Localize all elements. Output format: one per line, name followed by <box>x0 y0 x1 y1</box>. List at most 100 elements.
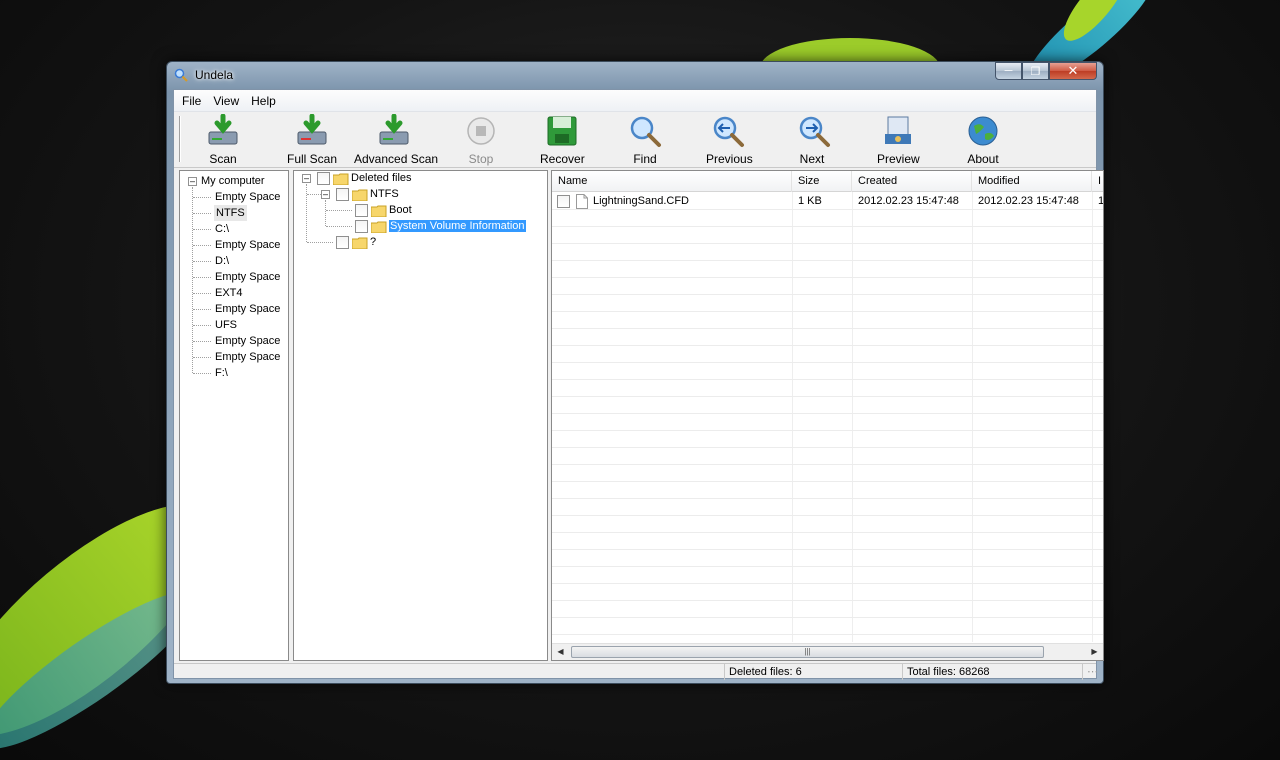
horizontal-scrollbar[interactable]: ◀ ||| ▶ <box>552 643 1103 660</box>
preview-label: Preview <box>877 152 920 166</box>
column-extra[interactable]: I <box>1092 171 1103 192</box>
folder-icon <box>333 173 349 185</box>
tree-item-unknown[interactable]: ? <box>370 234 376 250</box>
close-button[interactable]: ✕ <box>1049 62 1097 80</box>
ntfs-checkbox[interactable] <box>336 188 349 201</box>
advanced-scan-label: Advanced Scan <box>354 152 439 166</box>
empty-row <box>552 295 1103 312</box>
stop-button[interactable]: Stop <box>461 114 501 166</box>
empty-row <box>552 210 1103 227</box>
column-created[interactable]: Created <box>852 171 972 192</box>
empty-row <box>552 278 1103 295</box>
file-extra: 1 <box>1098 195 1104 207</box>
empty-row <box>552 448 1103 465</box>
tree-item-system-volume-information[interactable]: System Volume Information <box>389 220 526 232</box>
tree-root-deleted-files[interactable]: Deleted files <box>351 171 412 186</box>
full-scan-drive-icon <box>297 114 327 145</box>
full-scan-label: Full Scan <box>287 152 338 166</box>
folder-icon <box>352 237 368 249</box>
tree-item[interactable]: Empty Space <box>215 189 280 205</box>
globe-icon <box>968 116 998 146</box>
tree-item[interactable]: C:\ <box>215 221 229 237</box>
file-modified: 2012.02.23 15:47:48 <box>978 195 1079 207</box>
app-window: Undela ─ ❐ ✕ File View Help Scan Full Sc… <box>166 61 1104 684</box>
next-label: Next <box>799 152 825 166</box>
folder-icon <box>352 189 368 201</box>
find-next-icon <box>799 116 830 147</box>
advanced-scan-button[interactable]: Advanced Scan <box>354 114 439 166</box>
empty-row <box>552 533 1103 550</box>
column-name[interactable]: Name <box>552 171 792 192</box>
full-scan-button[interactable]: Full Scan <box>287 114 337 166</box>
about-label: About <box>967 152 999 166</box>
tree-item[interactable]: Empty Space <box>215 237 280 253</box>
scan-button[interactable]: Scan <box>206 114 240 166</box>
about-button[interactable]: About <box>965 114 1001 166</box>
empty-row <box>552 312 1103 329</box>
tree-item[interactable]: NTFS <box>214 205 247 221</box>
title-bar[interactable]: Undela ─ ❐ ✕ <box>167 62 1103 89</box>
file-list-header: Name Size Created Modified I <box>552 171 1103 192</box>
status-empty <box>174 664 724 680</box>
empty-row <box>552 227 1103 244</box>
scan-drive-icon <box>208 114 238 145</box>
preview-button[interactable]: Preview <box>877 114 920 166</box>
empty-row <box>552 363 1103 380</box>
resize-grip-icon[interactable]: ⋯ <box>1082 664 1098 680</box>
menu-file[interactable]: File <box>176 94 207 108</box>
recover-button[interactable]: Recover <box>540 114 585 166</box>
close-icon: ✕ <box>1067 63 1079 78</box>
stop-label: Stop <box>468 152 494 166</box>
magnifier-app-icon <box>174 68 188 82</box>
previous-label: Previous <box>706 152 753 166</box>
column-modified[interactable]: Modified <box>972 171 1092 192</box>
drive-tree[interactable]: – My computer Empty Space NTFS C:\ Empty… <box>179 170 289 661</box>
tree-item[interactable]: Empty Space <box>215 301 280 317</box>
empty-row <box>552 431 1103 448</box>
menu-view[interactable]: View <box>207 94 245 108</box>
window-title: Undela <box>195 68 234 82</box>
empty-row <box>552 397 1103 414</box>
tree-item[interactable]: Empty Space <box>215 269 280 285</box>
menu-help[interactable]: Help <box>245 94 282 108</box>
scroll-right-icon[interactable]: ▶ <box>1086 644 1103 660</box>
deleted-files-checkbox[interactable] <box>317 172 330 185</box>
stop-icon <box>467 117 495 145</box>
collapse-icon[interactable]: – <box>188 177 197 186</box>
recover-label: Recover <box>540 152 585 166</box>
status-total-files: Total files: 68268 <box>902 664 1082 680</box>
collapse-icon[interactable]: – <box>321 190 330 199</box>
tree-item-ntfs[interactable]: NTFS <box>370 186 399 202</box>
previous-button[interactable]: Previous <box>706 114 753 166</box>
unknown-folder-checkbox[interactable] <box>336 236 349 249</box>
tree-item[interactable]: UFS <box>215 317 237 333</box>
tree-item[interactable]: Empty Space <box>215 349 280 365</box>
next-button[interactable]: Next <box>797 114 830 166</box>
scroll-thumb[interactable]: ||| <box>571 646 1044 658</box>
toolbar-grip[interactable] <box>179 116 181 162</box>
maximize-button[interactable]: ❐ <box>1022 62 1049 80</box>
tree-item[interactable]: Empty Space <box>215 333 280 349</box>
tree-item[interactable]: D:\ <box>215 253 229 269</box>
tree-item[interactable]: EXT4 <box>215 285 243 301</box>
restore-icon: ❐ <box>1030 65 1041 78</box>
empty-row <box>552 380 1103 397</box>
tree-root-my-computer[interactable]: My computer <box>201 173 265 189</box>
empty-row <box>552 414 1103 431</box>
collapse-icon[interactable]: – <box>302 174 311 183</box>
tree-item-boot[interactable]: Boot <box>389 202 412 218</box>
folder-tree[interactable]: – Deleted files – NTFS Boot System Volum <box>293 170 548 661</box>
scroll-left-icon[interactable]: ◀ <box>552 644 569 660</box>
boot-checkbox[interactable] <box>355 204 368 217</box>
system-volume-checkbox[interactable] <box>355 220 368 233</box>
file-checkbox[interactable] <box>557 195 570 208</box>
folder-open-icon <box>371 221 387 233</box>
find-button[interactable]: Find <box>627 114 663 166</box>
table-row[interactable]: LightningSand.CFD 1 KB 2012.02.23 15:47:… <box>552 193 1104 210</box>
file-list[interactable]: Name Size Created Modified I LightningSa… <box>551 170 1104 661</box>
column-size[interactable]: Size <box>792 171 852 192</box>
floppy-disk-icon <box>547 116 577 146</box>
minimize-icon: ─ <box>1004 65 1013 77</box>
tree-item[interactable]: F:\ <box>215 365 228 381</box>
minimize-button[interactable]: ─ <box>995 62 1022 80</box>
